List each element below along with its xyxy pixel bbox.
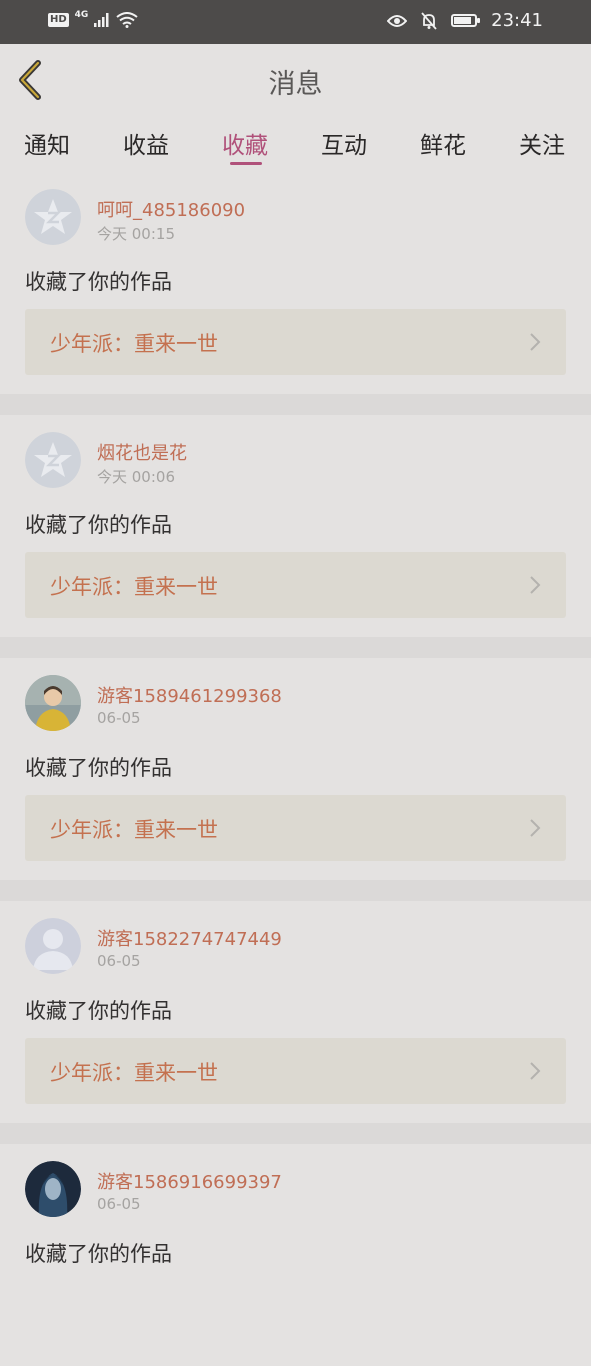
work-title: 少年派：重来一世 xyxy=(50,575,218,599)
avatar[interactable] xyxy=(25,675,81,731)
timestamp: 06-05 xyxy=(97,709,141,727)
avatar[interactable] xyxy=(25,918,81,974)
hd-badge: HD xyxy=(48,13,69,27)
timestamp: 今天 00:06 xyxy=(97,468,175,486)
tab-bar: 通知 收益 收藏 互动 鲜花 关注 xyxy=(0,116,591,172)
top-nav-bar: 消息 xyxy=(0,44,591,116)
username[interactable]: 呵呵_485186090 xyxy=(97,196,245,222)
tab-interactions[interactable]: 互动 xyxy=(321,126,367,160)
work-link[interactable]: 少年派：重来一世 xyxy=(25,1038,566,1104)
timestamp: 06-05 xyxy=(97,1195,141,1213)
work-link[interactable]: 少年派：重来一世 xyxy=(25,552,566,618)
tab-notifications[interactable]: 通知 xyxy=(24,126,70,160)
list-item: 呵呵_485186090 今天 00:15 收藏了你的作品 少年派：重来一世 xyxy=(0,172,591,415)
wifi-icon xyxy=(116,12,138,28)
work-title: 少年派：重来一世 xyxy=(50,1061,218,1085)
tab-flowers[interactable]: 鲜花 xyxy=(420,126,466,160)
signal-icon xyxy=(94,13,109,27)
divider xyxy=(0,1123,591,1144)
battery-icon xyxy=(451,14,481,27)
action-text: 收藏了你的作品 xyxy=(25,513,172,537)
username[interactable]: 游客1589461299368 xyxy=(97,682,282,708)
chevron-right-icon xyxy=(530,819,541,837)
action-text: 收藏了你的作品 xyxy=(25,999,172,1023)
list-item: 游客1586916699397 06-05 收藏了你的作品 xyxy=(0,1144,591,1366)
action-text: 收藏了你的作品 xyxy=(25,756,172,780)
bell-off-icon xyxy=(421,11,437,30)
list-item: 游客1589461299368 06-05 收藏了你的作品 少年派：重来一世 xyxy=(0,658,591,901)
username[interactable]: 烟花也是花 xyxy=(97,439,187,465)
divider xyxy=(0,880,591,901)
work-title: 少年派：重来一世 xyxy=(50,818,218,842)
work-link[interactable]: 少年派：重来一世 xyxy=(25,795,566,861)
action-text: 收藏了你的作品 xyxy=(25,270,172,294)
chevron-right-icon xyxy=(530,1062,541,1080)
divider xyxy=(0,394,591,415)
status-bar: HD 4G 23:41 xyxy=(0,0,591,44)
avatar[interactable] xyxy=(25,1161,81,1217)
chevron-right-icon xyxy=(530,576,541,594)
clock-time: 23:41 xyxy=(491,10,543,31)
page-title: 消息 xyxy=(268,69,323,100)
avatar[interactable] xyxy=(25,189,81,245)
network-type: 4G xyxy=(74,10,89,20)
username[interactable]: 游客1582274747449 xyxy=(97,925,282,951)
list-item: 烟花也是花 今天 00:06 收藏了你的作品 少年派：重来一世 xyxy=(0,415,591,658)
chevron-right-icon xyxy=(530,333,541,351)
tab-following[interactable]: 关注 xyxy=(519,126,565,160)
eye-icon xyxy=(387,14,408,27)
work-link[interactable]: 少年派：重来一世 xyxy=(25,309,566,375)
timestamp: 06-05 xyxy=(97,952,141,970)
action-text: 收藏了你的作品 xyxy=(25,1242,172,1266)
tab-earnings[interactable]: 收益 xyxy=(123,126,169,160)
timestamp: 今天 00:15 xyxy=(97,225,175,243)
message-list: 呵呵_485186090 今天 00:15 收藏了你的作品 少年派：重来一世 烟… xyxy=(0,172,591,1366)
divider xyxy=(0,637,591,658)
active-tab-indicator xyxy=(230,162,262,165)
list-item: 游客1582274747449 06-05 收藏了你的作品 少年派：重来一世 xyxy=(0,901,591,1144)
tab-favorites[interactable]: 收藏 xyxy=(222,126,268,160)
work-title: 少年派：重来一世 xyxy=(50,332,218,356)
username[interactable]: 游客1586916699397 xyxy=(97,1168,282,1194)
avatar[interactable] xyxy=(25,432,81,488)
